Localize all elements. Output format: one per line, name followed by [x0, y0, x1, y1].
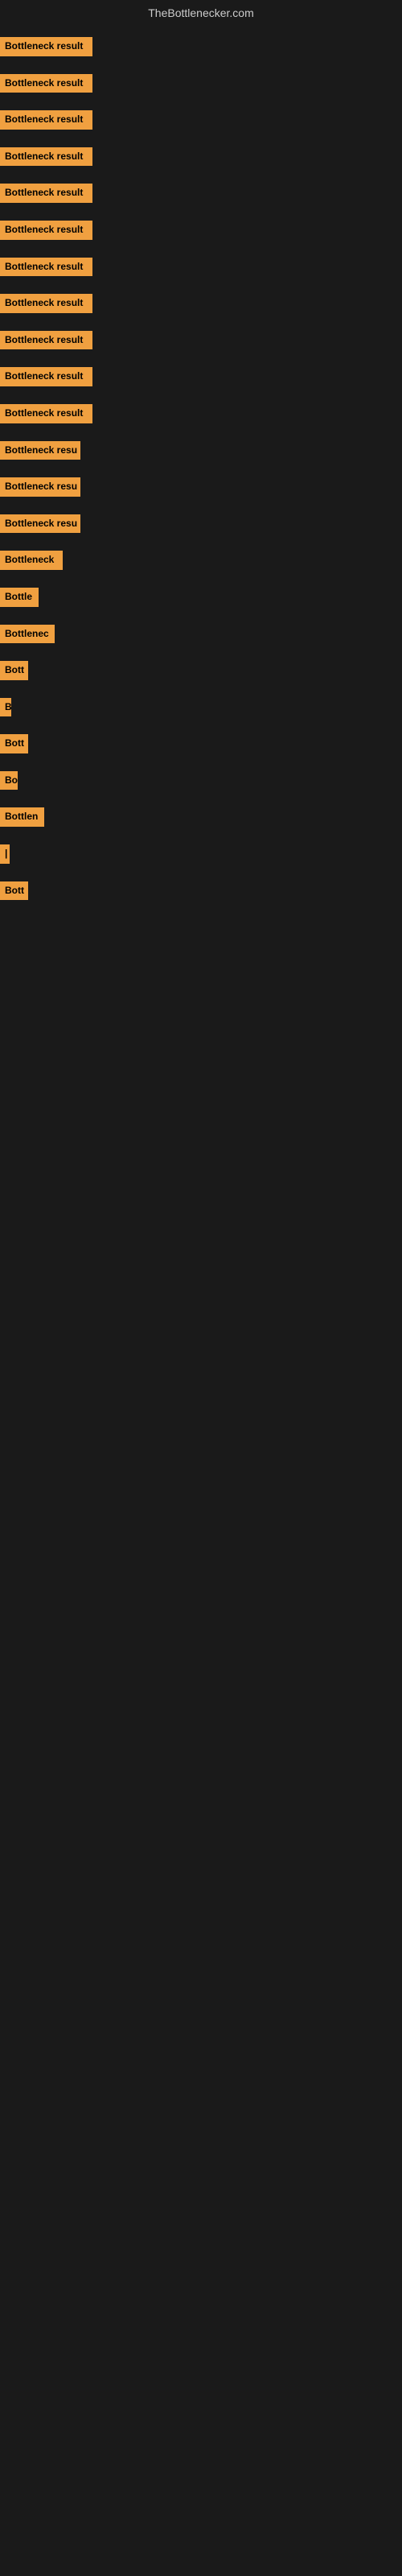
bottleneck-row: Bottleneck result [0, 66, 402, 101]
bottleneck-bar-1[interactable]: Bottleneck result [0, 37, 92, 56]
bottleneck-bar-2[interactable]: Bottleneck result [0, 74, 92, 93]
bottleneck-bar-10[interactable]: Bottleneck result [0, 367, 92, 386]
bottleneck-bar-19[interactable]: B [0, 698, 11, 717]
bottleneck-bar-16[interactable]: Bottle [0, 588, 39, 607]
site-title: TheBottlenecker.com [148, 6, 254, 19]
bottleneck-bar-5[interactable]: Bottleneck result [0, 184, 92, 203]
bottleneck-row: Bottleneck result [0, 286, 402, 321]
bottleneck-bar-3[interactable]: Bottleneck result [0, 110, 92, 130]
bottleneck-bar-18[interactable]: Bott [0, 661, 28, 680]
bottleneck-row: Bottleneck resu [0, 506, 402, 542]
bottleneck-bar-7[interactable]: Bottleneck result [0, 258, 92, 277]
bottleneck-row: Bottleneck result [0, 29, 402, 64]
bottleneck-row: Bottlen [0, 799, 402, 835]
bottleneck-row: Bottleneck result [0, 102, 402, 138]
bottleneck-bar-8[interactable]: Bottleneck result [0, 294, 92, 313]
bottleneck-row: Bottleneck resu [0, 433, 402, 469]
bottleneck-bar-13[interactable]: Bottleneck resu [0, 477, 80, 497]
bars-container: Bottleneck result Bottleneck result Bottle… [0, 29, 402, 908]
bottleneck-bar-9[interactable]: Bottleneck result [0, 331, 92, 350]
bottleneck-row: Bottleneck result [0, 139, 402, 175]
site-header: TheBottlenecker.com [0, 0, 402, 29]
bottleneck-bar-14[interactable]: Bottleneck resu [0, 514, 80, 534]
bottleneck-bar-24[interactable]: Bott [0, 881, 28, 901]
bottleneck-row: Bottleneck resu [0, 469, 402, 505]
bottleneck-row: Bott [0, 873, 402, 909]
bottleneck-bar-23[interactable]: | [0, 844, 10, 864]
bottleneck-row: Bo [0, 763, 402, 799]
bottleneck-row: | [0, 836, 402, 872]
bottleneck-row: Bottle [0, 580, 402, 615]
bottleneck-row: Bottleneck result [0, 323, 402, 358]
bottleneck-row: Bottleneck result [0, 175, 402, 211]
bottleneck-bar-21[interactable]: Bo [0, 771, 18, 791]
bottleneck-bar-6[interactable]: Bottleneck result [0, 221, 92, 240]
bottleneck-row: Bott [0, 653, 402, 688]
bottleneck-row: Bottleneck [0, 543, 402, 578]
bottleneck-row: B [0, 690, 402, 725]
bottleneck-bar-11[interactable]: Bottleneck result [0, 404, 92, 423]
bottleneck-row: Bott [0, 726, 402, 762]
bottleneck-row: Bottleneck result [0, 396, 402, 431]
bottleneck-row: Bottleneck result [0, 359, 402, 394]
bottleneck-bar-12[interactable]: Bottleneck resu [0, 441, 80, 460]
bottleneck-row: Bottleneck result [0, 213, 402, 248]
bottleneck-bar-20[interactable]: Bott [0, 734, 28, 753]
bottleneck-bar-17[interactable]: Bottlenec [0, 625, 55, 644]
bottleneck-bar-22[interactable]: Bottlen [0, 807, 44, 827]
bottleneck-row: Bottlenec [0, 617, 402, 652]
bottleneck-row: Bottleneck result [0, 250, 402, 285]
bottleneck-bar-4[interactable]: Bottleneck result [0, 147, 92, 167]
bottleneck-bar-15[interactable]: Bottleneck [0, 551, 63, 570]
